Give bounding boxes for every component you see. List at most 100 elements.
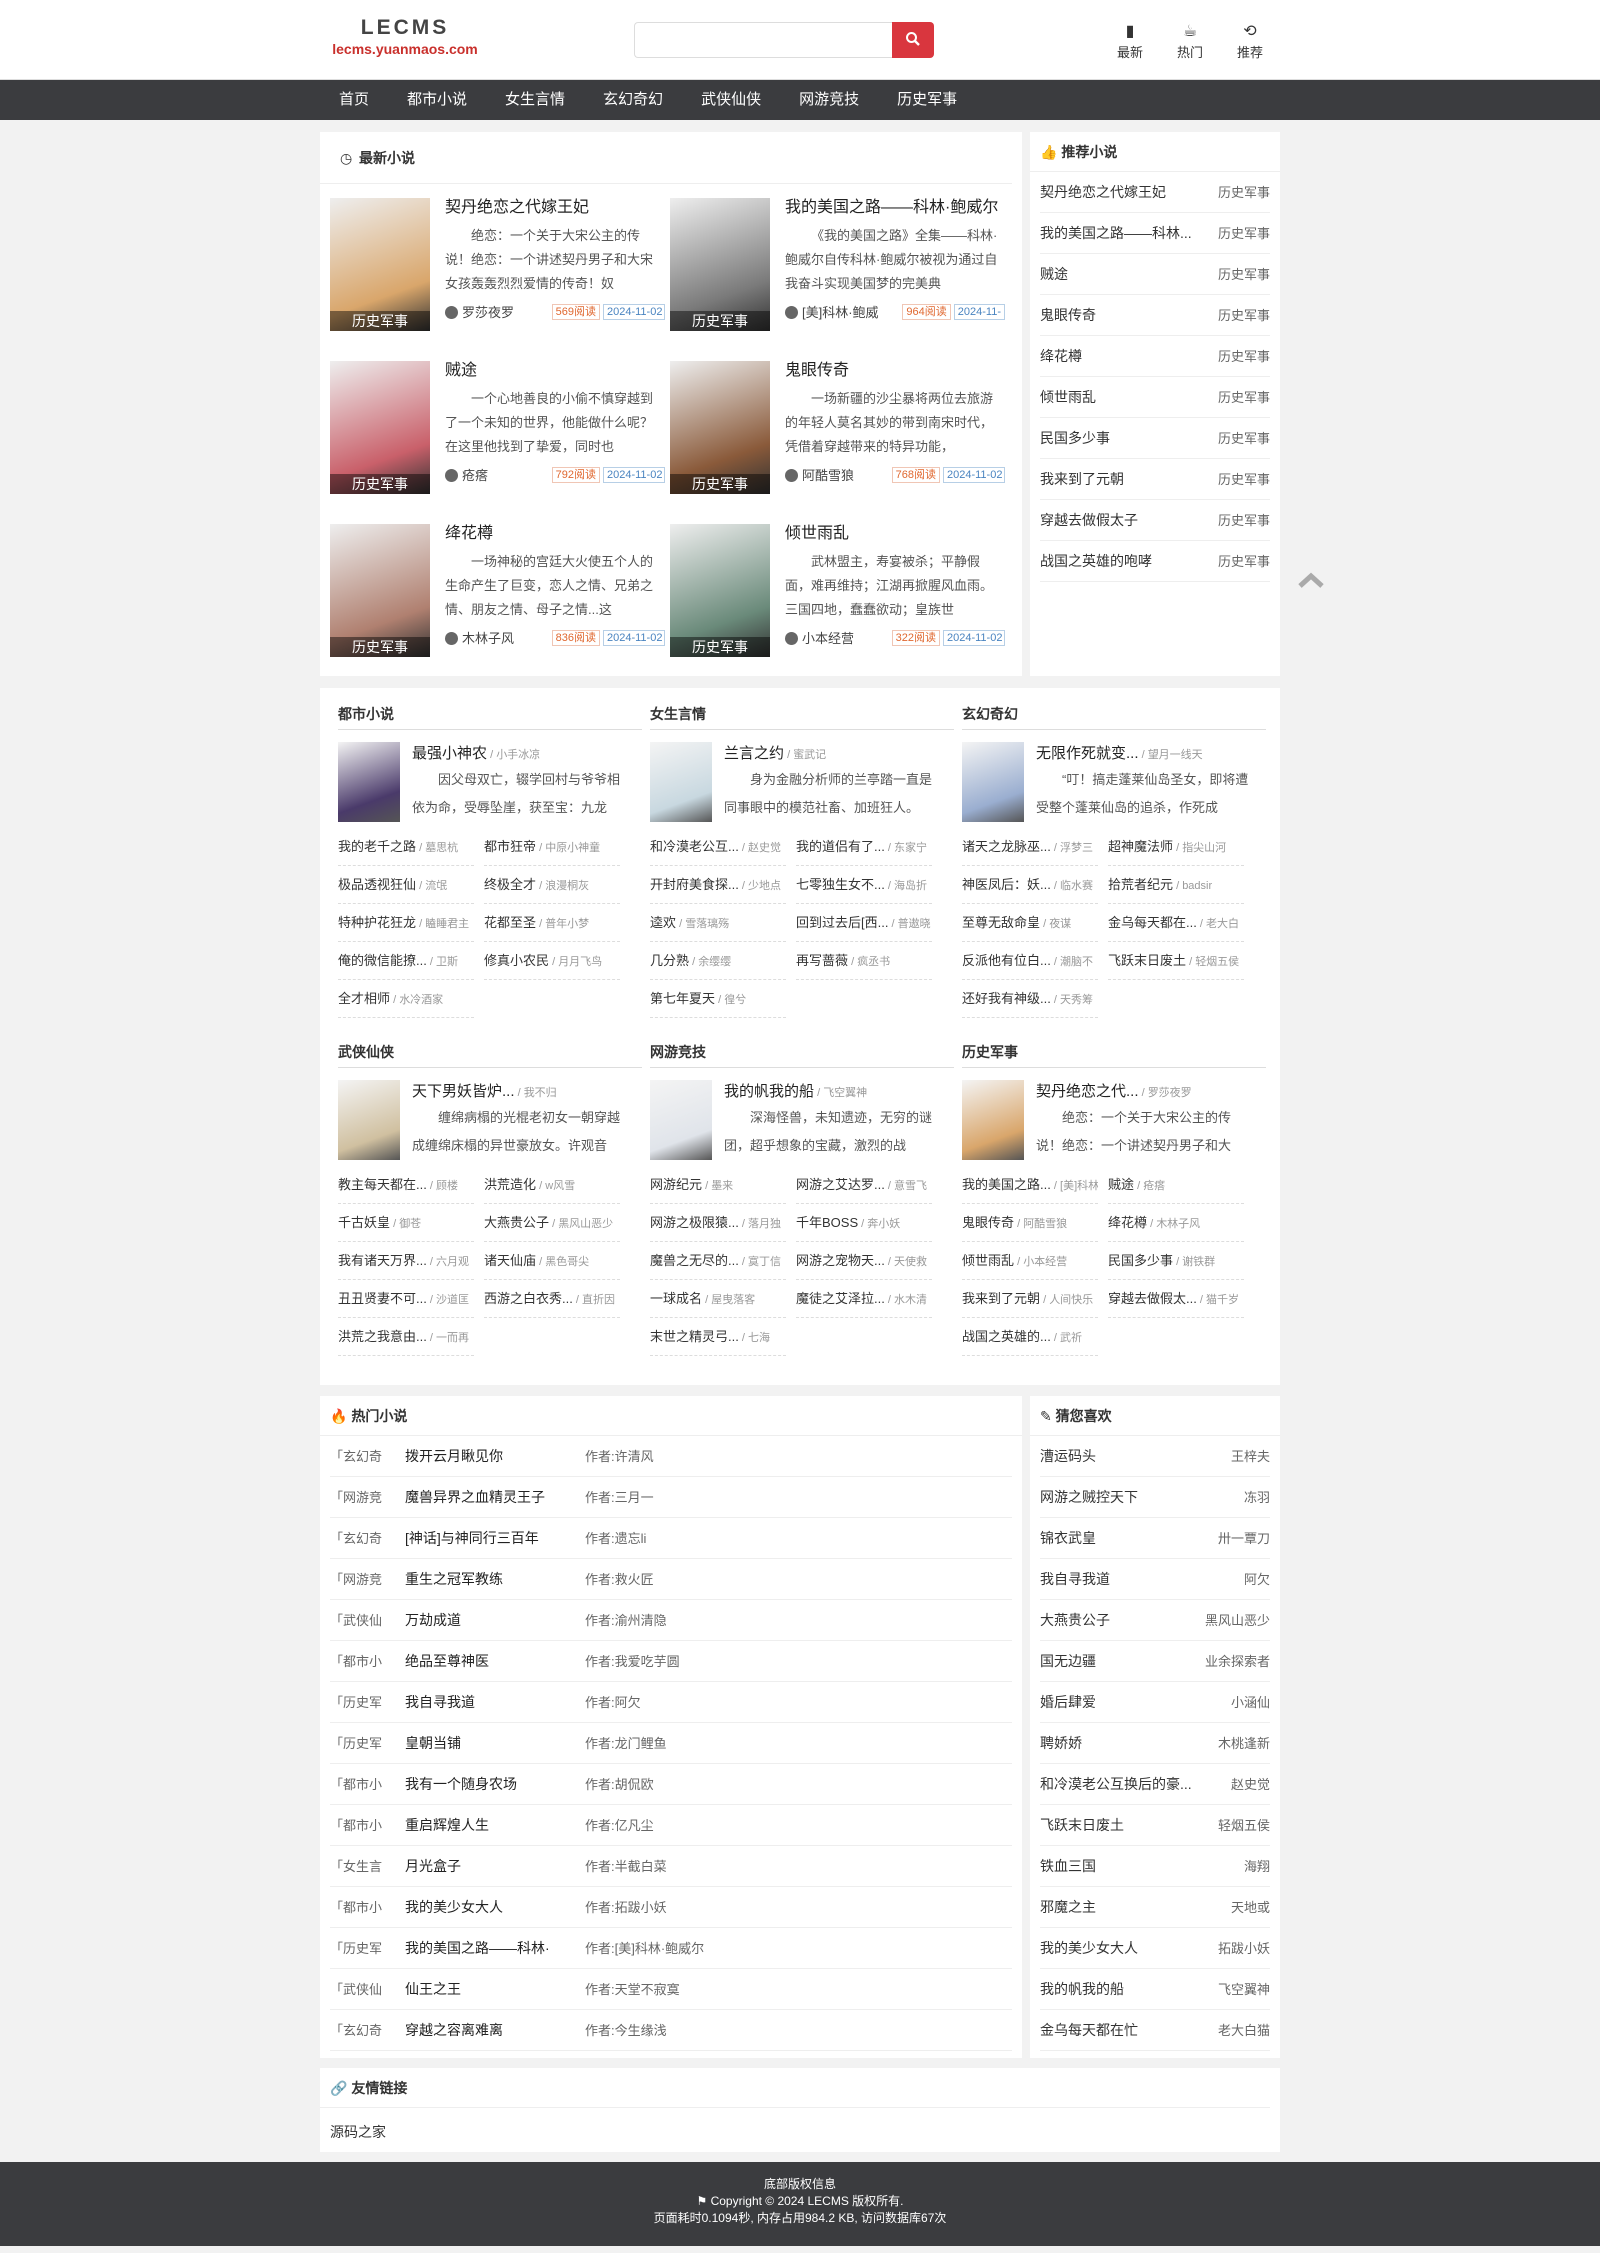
nav-item[interactable]: 网游竞技 — [780, 80, 878, 120]
category-link[interactable]: 终极全才 / 浪漫桐灰 — [484, 866, 620, 904]
guess-item[interactable]: 大燕贵公子 黑风山恶少 — [1040, 1600, 1270, 1641]
category-title[interactable]: 玄幻奇幻 — [962, 698, 1266, 730]
category-link[interactable]: 诸天之龙脉巫... / 浮梦三 — [962, 828, 1098, 866]
category-link[interactable]: 俺的微信能撩... / 卫斯 — [338, 942, 474, 980]
nav-item[interactable]: 武侠仙侠 — [682, 80, 780, 120]
header-tool-0[interactable]: ▮ 最新 — [1100, 22, 1160, 61]
recommend-item[interactable]: 鬼眼传奇 历史军事 — [1040, 295, 1270, 336]
category-link[interactable]: 一球成名 / 屋曳落客 — [650, 1280, 786, 1318]
category-link[interactable]: 绛花樽 / 木林子风 — [1108, 1204, 1244, 1242]
category-link[interactable]: 我来到了元朝 / 人间快乐 — [962, 1280, 1098, 1318]
category-link[interactable]: 教主每天都在... / 顾楼 — [338, 1166, 474, 1204]
friend-link[interactable]: 源码之家 — [320, 2108, 1280, 2142]
featured-title[interactable]: 我的帆我的船 — [724, 1083, 814, 1100]
category-link[interactable]: 还好我有神级... / 天秀筹 — [962, 980, 1098, 1018]
hot-item[interactable]: 「玄幻奇 拨开云月瞅见你 作者:许清风 — [330, 1436, 1012, 1477]
guess-item[interactable]: 聘娇娇 木桃逢新 — [1040, 1723, 1270, 1764]
category-link[interactable]: 回到过去后[西... / 普遨晓 — [796, 904, 932, 942]
hot-item[interactable]: 「历史军 我自寻我道 作者:阿欠 — [330, 1682, 1012, 1723]
featured-cover[interactable] — [338, 1080, 400, 1160]
recommend-item[interactable]: 战国之英雄的咆哮 历史军事 — [1040, 541, 1270, 582]
featured-title[interactable]: 天下男妖皆炉... — [412, 1083, 515, 1100]
guess-item[interactable]: 婚后肆爱 小涵仙 — [1040, 1682, 1270, 1723]
hot-item[interactable]: 「女生言 月光盒子 作者:半截白菜 — [330, 1846, 1012, 1887]
category-link[interactable]: 西游之白衣秀... / 直折因 — [484, 1280, 620, 1318]
hot-item[interactable]: 「都市小 绝品至尊神医 作者:我爱吃芋圆 — [330, 1641, 1012, 1682]
category-link[interactable]: 反派他有位白... / 潮脑不 — [962, 942, 1098, 980]
book-title[interactable]: 倾世雨乱 — [785, 524, 1005, 550]
guess-item[interactable]: 邪魔之主 天地或 — [1040, 1887, 1270, 1928]
book-cover[interactable]: 历史军事 — [670, 198, 770, 331]
hot-item-name[interactable]: 仙王之王 — [405, 1969, 585, 2009]
header-tool-1[interactable]: ☕ 热门 — [1160, 22, 1220, 61]
book-cover[interactable]: 历史军事 — [670, 524, 770, 657]
category-link[interactable]: 再写蔷薇 / 疯丞书 — [796, 942, 932, 980]
recommend-item[interactable]: 我来到了元朝 历史军事 — [1040, 459, 1270, 500]
category-link[interactable]: 特种护花狂龙 / 瞌睡君主 — [338, 904, 474, 942]
category-link[interactable]: 都市狂帝 / 中原小神童 — [484, 828, 620, 866]
category-title[interactable]: 都市小说 — [338, 698, 642, 730]
hot-item-name[interactable]: [神话]与神同行三百年 — [405, 1518, 585, 1558]
featured-title[interactable]: 最强小神农 — [412, 745, 487, 762]
hot-item-name[interactable]: 万劫成道 — [405, 1600, 585, 1640]
category-link[interactable]: 民国多少事 / 谢铁群 — [1108, 1242, 1244, 1280]
category-link[interactable]: 千古妖皇 / 御苍 — [338, 1204, 474, 1242]
search-button[interactable] — [892, 22, 934, 58]
category-link[interactable]: 贼途 / 疮瘩 — [1108, 1166, 1244, 1204]
featured-cover[interactable] — [650, 1080, 712, 1160]
category-link[interactable]: 神医凤后：妖... / 临水赛 — [962, 866, 1098, 904]
category-link[interactable]: 战国之英雄的... / 武祈 — [962, 1318, 1098, 1356]
category-title[interactable]: 网游竞技 — [650, 1036, 954, 1068]
category-link[interactable]: 第七年夏天 / 徨兮 — [650, 980, 786, 1018]
guess-item[interactable]: 飞跃末日废土 轻烟五侯 — [1040, 1805, 1270, 1846]
recommend-item[interactable]: 倾世雨乱 历史军事 — [1040, 377, 1270, 418]
category-title[interactable]: 女生言情 — [650, 698, 954, 730]
book-title[interactable]: 我的美国之路——科林·鲍威尔 — [785, 198, 1005, 224]
search-input[interactable] — [634, 22, 892, 58]
category-link[interactable]: 花都至圣 / 普年小梦 — [484, 904, 620, 942]
category-link[interactable]: 我的道侣有了... / 东家宁 — [796, 828, 932, 866]
hot-item-name[interactable]: 绝品至尊神医 — [405, 1641, 585, 1681]
book-cover[interactable]: 历史军事 — [670, 361, 770, 494]
category-link[interactable]: 几分熟 / 余缨缨 — [650, 942, 786, 980]
hot-item[interactable]: 「武侠仙 仙王之王 作者:天堂不寂寞 — [330, 1969, 1012, 2010]
hot-item-name[interactable]: 拨开云月瞅见你 — [405, 1436, 585, 1476]
guess-item[interactable]: 和冷漠老公互换后的豪... 赵史觉 — [1040, 1764, 1270, 1805]
book-cover[interactable]: 历史军事 — [330, 524, 430, 657]
featured-cover[interactable] — [338, 742, 400, 822]
guess-item[interactable]: 金乌每天都在忙 老大白猫 — [1040, 2010, 1270, 2051]
book-title[interactable]: 契丹绝恋之代嫁王妃 — [445, 198, 665, 224]
category-link[interactable]: 金乌每天都在... / 老大白 — [1108, 904, 1244, 942]
category-link[interactable]: 飞跃末日废土 / 轻烟五侯 — [1108, 942, 1244, 980]
recommend-item[interactable]: 贼途 历史军事 — [1040, 254, 1270, 295]
book-title[interactable]: 贼途 — [445, 361, 665, 387]
category-link[interactable]: 至尊无敌命皇 / 夜谋 — [962, 904, 1098, 942]
book-cover[interactable]: 历史军事 — [330, 198, 430, 331]
hot-item-name[interactable]: 我自寻我道 — [405, 1682, 585, 1722]
featured-cover[interactable] — [962, 1080, 1024, 1160]
recommend-item[interactable]: 契丹绝恋之代嫁王妃 历史军事 — [1040, 172, 1270, 213]
back-to-top-button[interactable] — [1296, 566, 1326, 596]
nav-item[interactable]: 女生言情 — [486, 80, 584, 120]
guess-item[interactable]: 国无边疆 业余探索者 — [1040, 1641, 1270, 1682]
hot-item-name[interactable]: 皇朝当铺 — [405, 1723, 585, 1763]
category-link[interactable]: 网游之宠物天... / 天使救 — [796, 1242, 932, 1280]
site-logo[interactable]: LECMS lecms.yuanmaos.com — [325, 16, 485, 57]
category-link[interactable]: 鬼眼传奇 / 阿酷雪狼 — [962, 1204, 1098, 1242]
guess-item[interactable]: 铁血三国 海翔 — [1040, 1846, 1270, 1887]
category-link[interactable]: 拾荒者纪元 / badsir — [1108, 866, 1244, 904]
hot-item-name[interactable]: 魔兽异界之血精灵王子 — [405, 1477, 585, 1517]
hot-item[interactable]: 「网游竞 魔兽异界之血精灵王子 作者:三月一 — [330, 1477, 1012, 1518]
category-link[interactable]: 我的美国之路... / [美]科林 — [962, 1166, 1098, 1204]
hot-item-name[interactable]: 我的美国之路——科林· — [405, 1928, 585, 1968]
category-link[interactable]: 网游之艾达罗... / 意雪飞 — [796, 1166, 932, 1204]
nav-item[interactable]: 玄幻奇幻 — [584, 80, 682, 120]
hot-item[interactable]: 「都市小 我的美少女大人 作者:拓跋小妖 — [330, 1887, 1012, 1928]
hot-item-name[interactable]: 我有一个随身农场 — [405, 1764, 585, 1804]
hot-item[interactable]: 「都市小 重启辉煌人生 作者:亿凡尘 — [330, 1805, 1012, 1846]
category-link[interactable]: 大燕贵公子 / 黑风山恶少 — [484, 1204, 620, 1242]
category-link[interactable]: 我的老千之路 / 墓思杭 — [338, 828, 474, 866]
category-title[interactable]: 武侠仙侠 — [338, 1036, 642, 1068]
hot-item-name[interactable]: 月光盒子 — [405, 1846, 585, 1886]
header-tool-2[interactable]: ⟲ 推荐 — [1220, 22, 1280, 61]
